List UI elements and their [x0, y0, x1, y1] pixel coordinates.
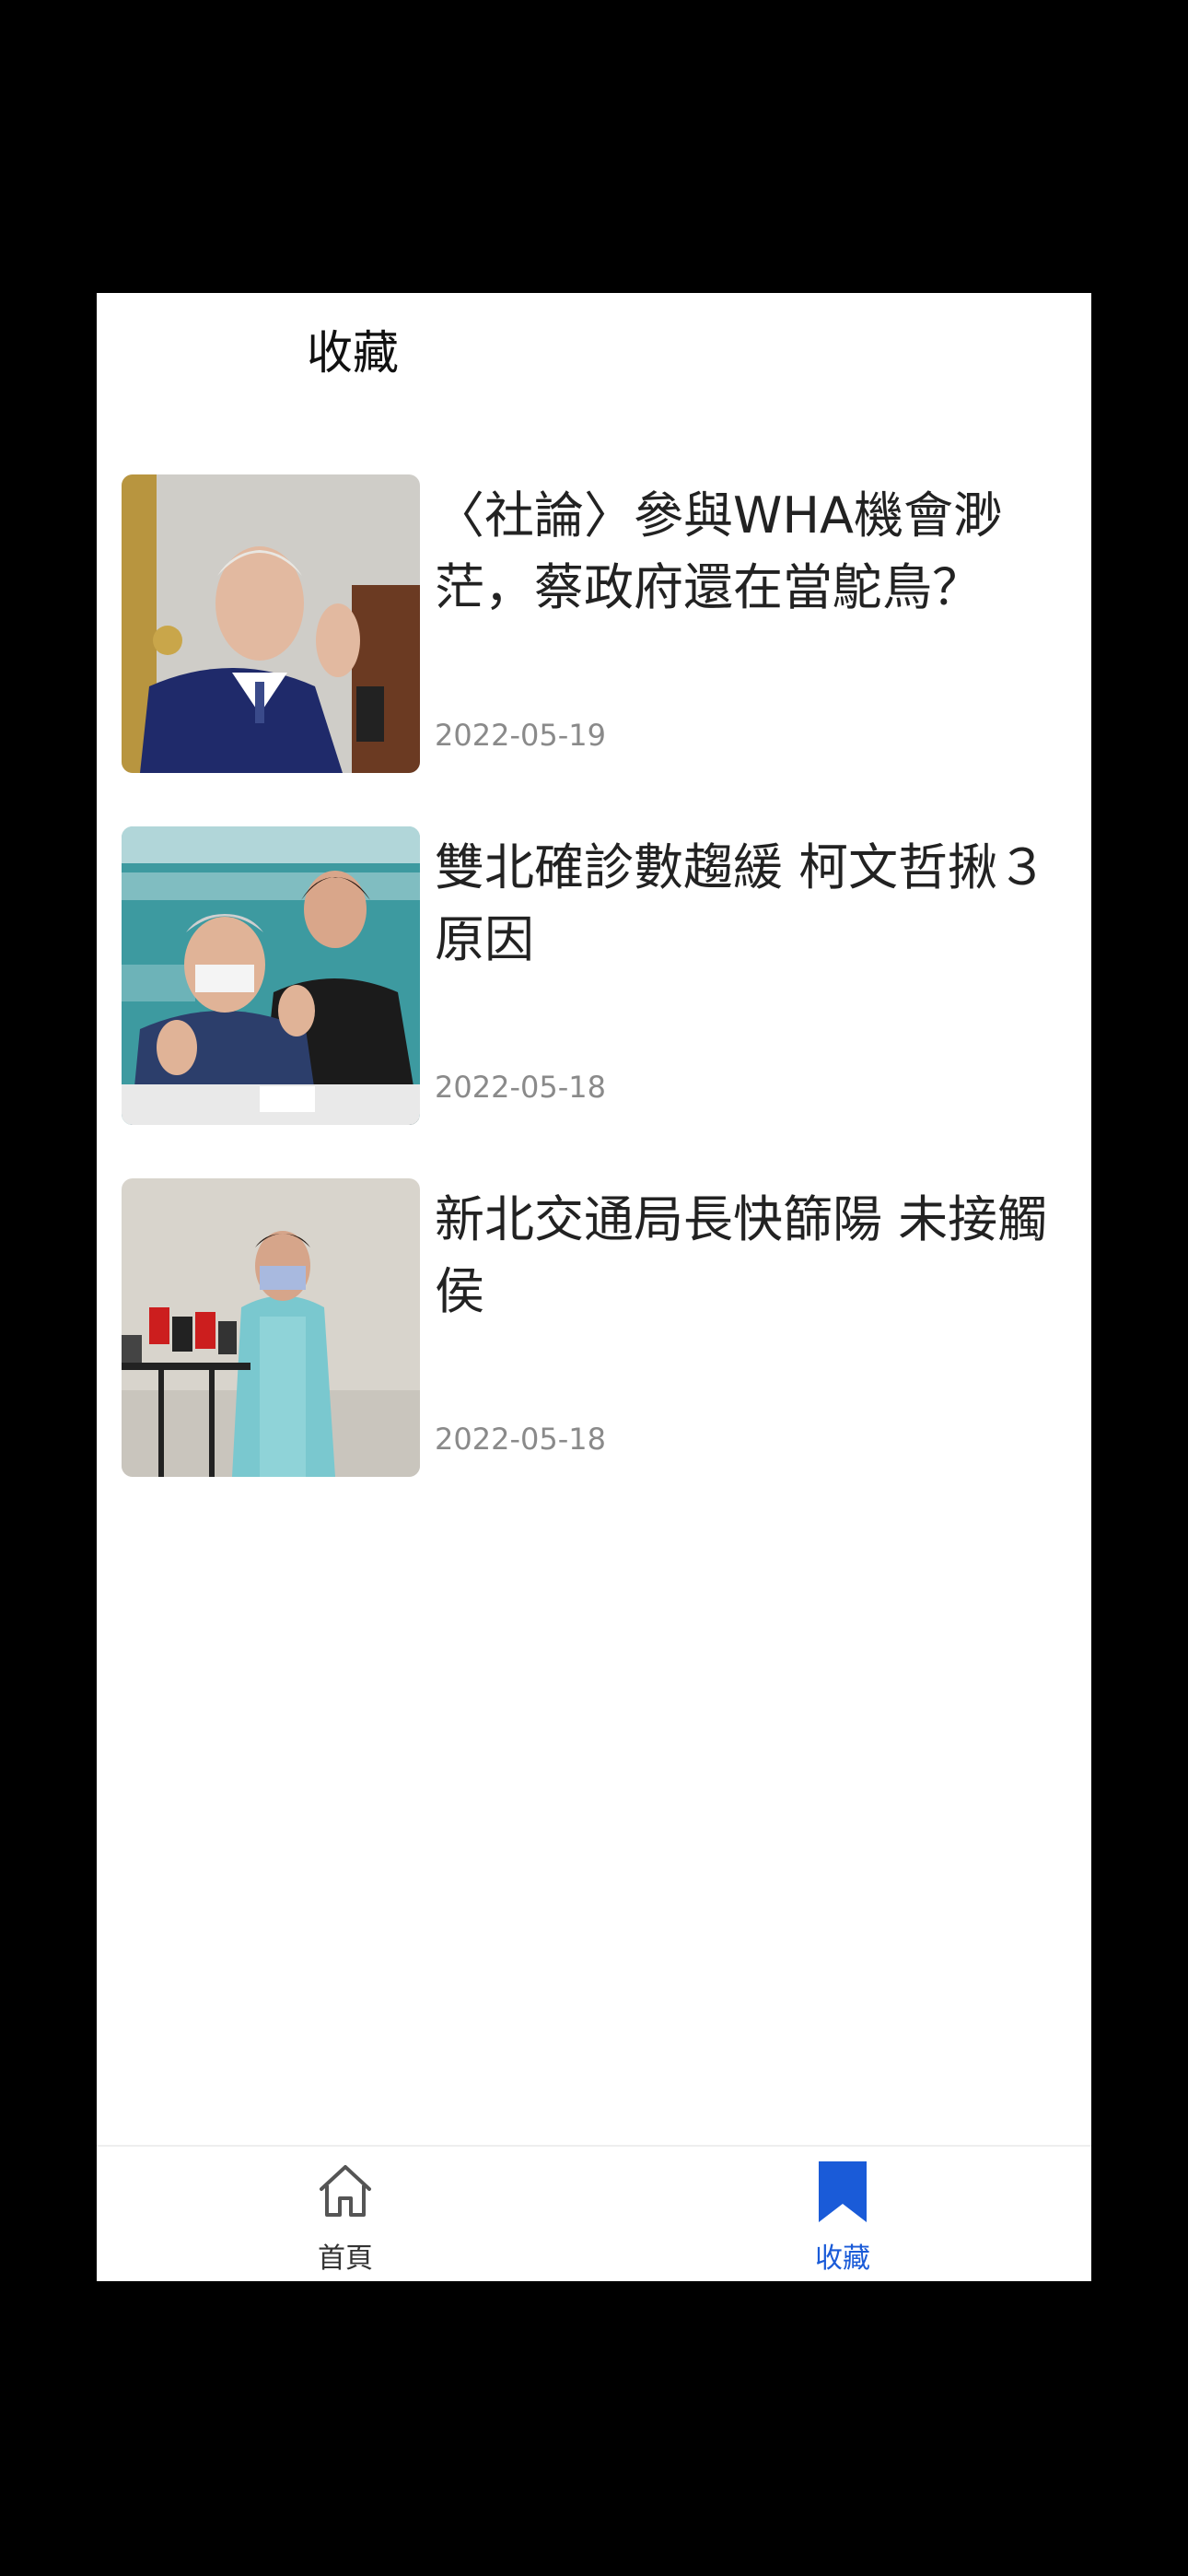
tab-home-label: 首頁 — [318, 2242, 373, 2275]
page-title: 收藏 — [307, 326, 399, 380]
list-item[interactable]: 雙北確診數趨緩 柯文哲揪３原因 2022-05-18 — [122, 826, 1070, 1178]
list-item[interactable]: 新北交通局長快篩陽 未接觸侯 2022-05-18 — [122, 1178, 1070, 1530]
tab-home[interactable]: 首頁 — [253, 2147, 437, 2281]
bottom-tab-bar: 首頁 收藏 — [97, 2145, 1091, 2281]
home-icon — [320, 2165, 371, 2217]
article-title[interactable]: 雙北確診數趨緩 柯文哲揪３原因 — [435, 832, 1061, 976]
article-date: 2022-05-18 — [435, 1070, 606, 1105]
article-thumbnail[interactable] — [122, 826, 420, 1125]
bookmark-icon — [819, 2161, 867, 2222]
article-thumbnail[interactable] — [122, 1178, 420, 1477]
article-date: 2022-05-19 — [435, 718, 606, 753]
list-item[interactable]: 〈社論〉參與WHA機會渺茫，蔡政府還在當鴕鳥？ 2022-05-19 — [122, 474, 1070, 826]
article-title[interactable]: 新北交通局長快篩陽 未接觸侯 — [435, 1184, 1061, 1328]
app-screen: 收藏 〈社論〉參與WHA機會渺茫，蔡政府還在當鴕鳥？ 2022-05-19 雙北… — [97, 293, 1091, 2281]
tab-favorites[interactable]: 收藏 — [751, 2147, 935, 2281]
tab-favorites-label: 收藏 — [815, 2242, 870, 2275]
article-title[interactable]: 〈社論〉參與WHA機會渺茫，蔡政府還在當鴕鳥？ — [435, 480, 1061, 624]
article-thumbnail[interactable] — [122, 474, 420, 773]
article-date: 2022-05-18 — [435, 1422, 606, 1457]
favorites-list: 〈社論〉參與WHA機會渺茫，蔡政府還在當鴕鳥？ 2022-05-19 雙北確診數… — [122, 474, 1070, 1530]
